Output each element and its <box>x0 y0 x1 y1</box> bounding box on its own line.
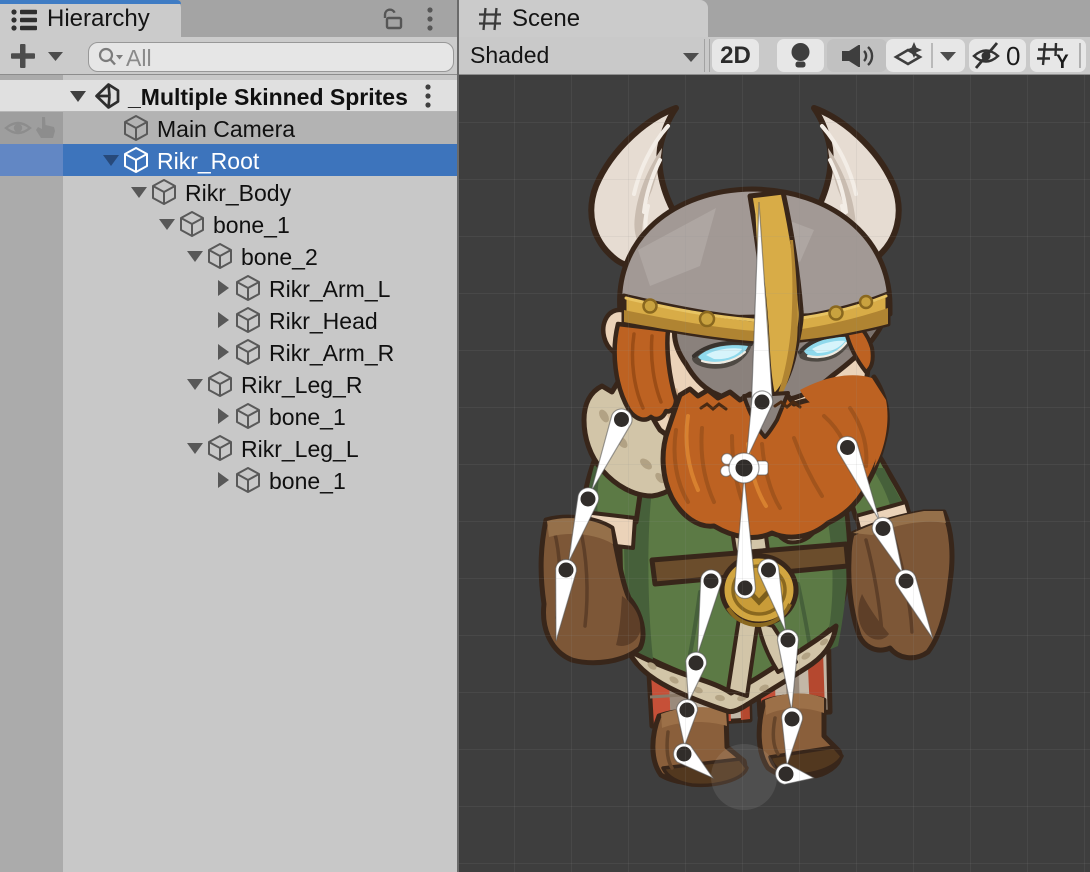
svg-text:Y: Y <box>1056 52 1069 72</box>
svg-text:0: 0 <box>1006 41 1020 71</box>
